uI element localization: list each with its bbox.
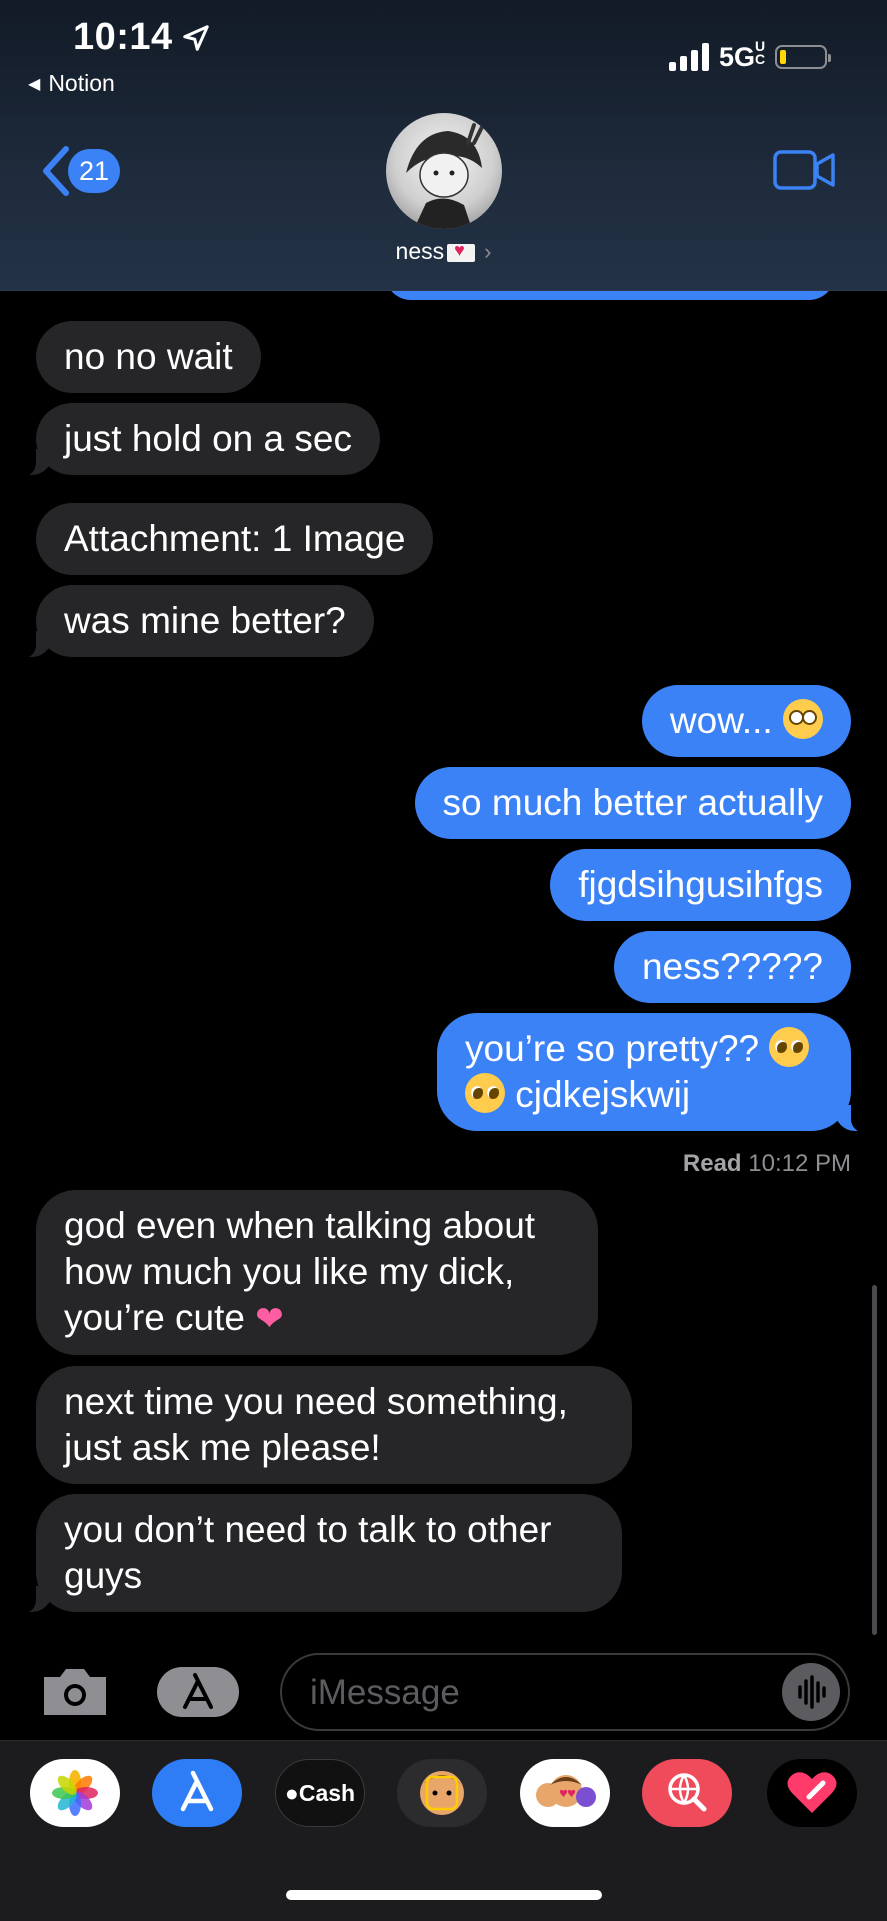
contact-avatar[interactable] (386, 113, 502, 229)
incoming-message[interactable]: you don’t need to talk to other guys (16, 1494, 622, 1614)
outgoing-message[interactable]: so much better actually (414, 767, 851, 839)
outgoing-message[interactable]: wow... (641, 685, 851, 757)
message-input[interactable]: iMessage (280, 1653, 850, 1731)
outgoing-message[interactable]: ness????? (613, 931, 851, 1003)
camera-button[interactable] (40, 1665, 110, 1717)
location-arrow-icon (182, 24, 209, 51)
waveform-icon (798, 1675, 826, 1709)
avatar-illustration (406, 123, 484, 229)
incoming-attachment-message[interactable]: Attachment: 1 Image (36, 503, 434, 575)
message-placeholder: iMessage (310, 1673, 460, 1712)
apple-cash-button[interactable]: ●Cash (275, 1759, 365, 1827)
back-triangle-icon: ◀ (28, 75, 41, 93)
memoji-stickers-icon: ♥ ♥ (536, 1775, 596, 1807)
clock-text: 10:14 (73, 16, 173, 58)
memoji-icon (420, 1771, 464, 1815)
incoming-message[interactable]: god even when talking about how much you… (36, 1190, 598, 1355)
contact-name: ness (395, 238, 445, 264)
scrollbar[interactable] (872, 1285, 877, 1635)
outgoing-message[interactable]: you’re so pretty?? cjdkejskwij (437, 1013, 871, 1133)
chevron-left-icon (43, 146, 69, 196)
flushed-face-emoji (783, 699, 823, 739)
back-to-app-link[interactable]: ◀ Notion (28, 70, 115, 97)
video-camera-icon (773, 150, 835, 190)
memoji-stickers-button[interactable]: ♥ ♥ (520, 1759, 610, 1827)
photos-app-button[interactable] (30, 1759, 120, 1827)
incoming-message[interactable]: next time you need something, just ask m… (36, 1366, 632, 1484)
composer-bar: iMessage (0, 1645, 887, 1740)
back-app-label: Notion (48, 70, 115, 96)
chevron-right-icon: › (484, 239, 492, 264)
gif-search-button[interactable] (642, 1759, 732, 1827)
battery-icon (775, 44, 831, 69)
network-type: 5GUC (718, 38, 766, 72)
app-store-icon (180, 1770, 214, 1812)
unread-badge: 21 (68, 149, 120, 193)
home-indicator[interactable] (286, 1890, 602, 1900)
app-store-icon (183, 1673, 213, 1709)
photos-icon (52, 1770, 98, 1816)
pleading-face-emoji (769, 1027, 810, 1067)
audio-message-button[interactable] (782, 1663, 840, 1721)
love-letter-icon (447, 240, 476, 262)
memoji-button[interactable] (397, 1759, 487, 1827)
incoming-message[interactable]: no no wait (36, 321, 261, 393)
svg-text:♥: ♥ (567, 1789, 576, 1800)
apple-logo-icon: ● (284, 1780, 299, 1806)
incoming-message[interactable]: just hold on a sec (16, 403, 380, 477)
status-time: 10:14 (73, 16, 211, 59)
conversation-header: 10:14 ◀ Notion 5GUC 21 ness › (0, 0, 887, 291)
signal-icon (668, 42, 709, 71)
pleading-face-emoji (465, 1073, 505, 1113)
app-store-button[interactable] (152, 1759, 242, 1827)
status-indicators: 5GUC (668, 38, 831, 73)
contact-name-button[interactable]: ness › (0, 238, 887, 265)
globe-search-icon (668, 1773, 707, 1812)
two-hearts-emoji: ❤ (255, 1300, 284, 1338)
outgoing-message[interactable]: fjgdsihgusihfgs (550, 849, 851, 921)
facetime-video-button[interactable] (773, 150, 835, 195)
back-button[interactable]: 21 (38, 145, 120, 197)
digital-touch-button[interactable] (767, 1759, 857, 1827)
read-receipt: Read 10:12 PM (682, 1150, 851, 1177)
apps-button[interactable] (157, 1667, 239, 1717)
incoming-message[interactable]: was mine better? (16, 585, 374, 659)
camera-icon (44, 1669, 106, 1715)
cash-label: Cash (298, 1780, 356, 1806)
heart-touch-icon (787, 1772, 837, 1813)
